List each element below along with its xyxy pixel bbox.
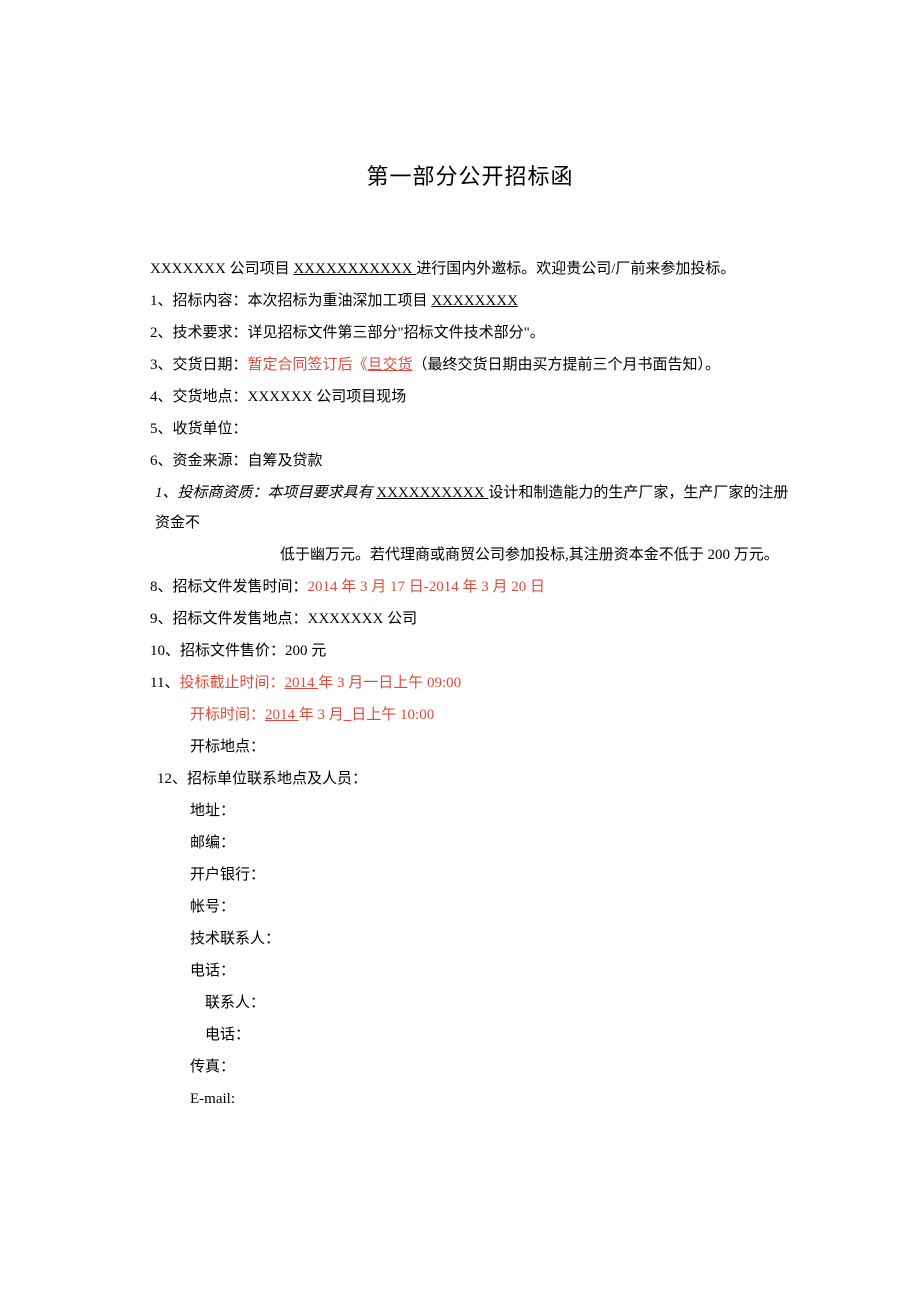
item-11-line2: 开标时间：2014 年 3 月_日上午 10:00 xyxy=(150,700,790,730)
item-5: 5、收货单位： xyxy=(150,414,790,444)
page-title: 第一部分公开招标函 xyxy=(150,155,790,199)
item-11-date2a: 2014 xyxy=(265,707,299,723)
item-12-tech-contact: 技术联系人： xyxy=(150,924,790,954)
item-12-tel1: 电话： xyxy=(150,956,790,986)
item-3: 3、交货日期：暂定合同签订后《旦交货（最终交货日期由买方提前三个月书面告知）。 xyxy=(150,350,790,380)
item-11-line1: 11、投标截止时间：2014 年 3 月一日上午 09:00 xyxy=(150,668,790,698)
item-7-code: XXXXXXXXXX xyxy=(376,485,488,501)
item-12-postcode: 邮编： xyxy=(150,828,790,858)
document-page: 第一部分公开招标函 XXXXXXX 公司项目 XXXXXXXXXXX 进行国内外… xyxy=(0,0,920,1114)
item-11-line3: 开标地点： xyxy=(150,732,790,762)
item-10: 10、招标文件售价：200 元 xyxy=(150,636,790,666)
item-1-label: 1、招标内容：本次招标为重油深加工项目 xyxy=(150,293,431,309)
intro-suffix: 进行国内外邀标。欢迎贵公司/厂前来参加投标。 xyxy=(416,261,735,277)
item-11-date1: 2014 xyxy=(284,675,318,691)
item-12-header: 12、招标单位联系地点及人员： xyxy=(150,764,790,794)
item-9: 9、招标文件发售地点：XXXXXXX 公司 xyxy=(150,604,790,634)
item-12-bank: 开户银行： xyxy=(150,860,790,890)
item-11-red2-mid: 年 3 月 xyxy=(299,707,344,723)
item-6: 6、资金来源：自筹及贷款 xyxy=(150,446,790,476)
item-3-suffix: （最终交货日期由买方提前三个月书面告知）。 xyxy=(413,357,721,373)
item-8-date: 2014 年 3 月 17 日-2014 年 3 月 20 日 xyxy=(308,579,546,595)
intro-line: XXXXXXX 公司项目 XXXXXXXXXXX 进行国内外邀标。欢迎贵公司/厂… xyxy=(150,254,790,284)
item-2: 2、技术要求：详见招标文件第三部分"招标文件技术部分"。 xyxy=(150,318,790,348)
item-12-addr: 地址： xyxy=(150,796,790,826)
item-12-tel2: 电话： xyxy=(150,1020,790,1050)
item-11-num: 11、 xyxy=(150,675,179,691)
item-1: 1、招标内容：本次招标为重油深加工项目 XXXXXXXX xyxy=(150,286,790,316)
item-11-red1-suffix: 年 3 月一日上午 09:00 xyxy=(318,675,461,691)
item-3-red1: 暂定合同签订后《 xyxy=(248,357,368,373)
item-12-fax: 传真： xyxy=(150,1052,790,1082)
item-12-account: 帐号： xyxy=(150,892,790,922)
item-7-num: 1、投标商资质：本项目要求具有 xyxy=(155,485,376,501)
item-1-code: XXXXXXXX xyxy=(431,293,518,309)
intro-prefix: XXXXXXX 公司项目 xyxy=(150,261,293,277)
item-11-red1: 投标截止时间： xyxy=(179,675,284,691)
item-11-red2: 开标时间： xyxy=(190,707,265,723)
item-8-label: 8、招标文件发售时间： xyxy=(150,579,308,595)
item-7-line1: 1、投标商资质：本项目要求具有 XXXXXXXXXX 设计和制造能力的生产厂家，… xyxy=(150,478,790,538)
item-12-email: E-mail: xyxy=(150,1084,790,1114)
item-12-contact: 联系人： xyxy=(150,988,790,1018)
item-11-red2-suffix: 日上午 10:00 xyxy=(351,707,434,723)
item-4: 4、交货地点：XXXXXX 公司项目现场 xyxy=(150,382,790,412)
item-8: 8、招标文件发售时间：2014 年 3 月 17 日-2014 年 3 月 20… xyxy=(150,572,790,602)
item-7-line2: 低于幽万元。若代理商或商贸公司参加投标,其注册资本金不低于 200 万元。 xyxy=(150,540,790,570)
intro-project-code: XXXXXXXXXXX xyxy=(293,261,416,277)
item-3-label: 3、交货日期： xyxy=(150,357,248,373)
item-3-red-underline: 旦交货 xyxy=(368,357,413,373)
